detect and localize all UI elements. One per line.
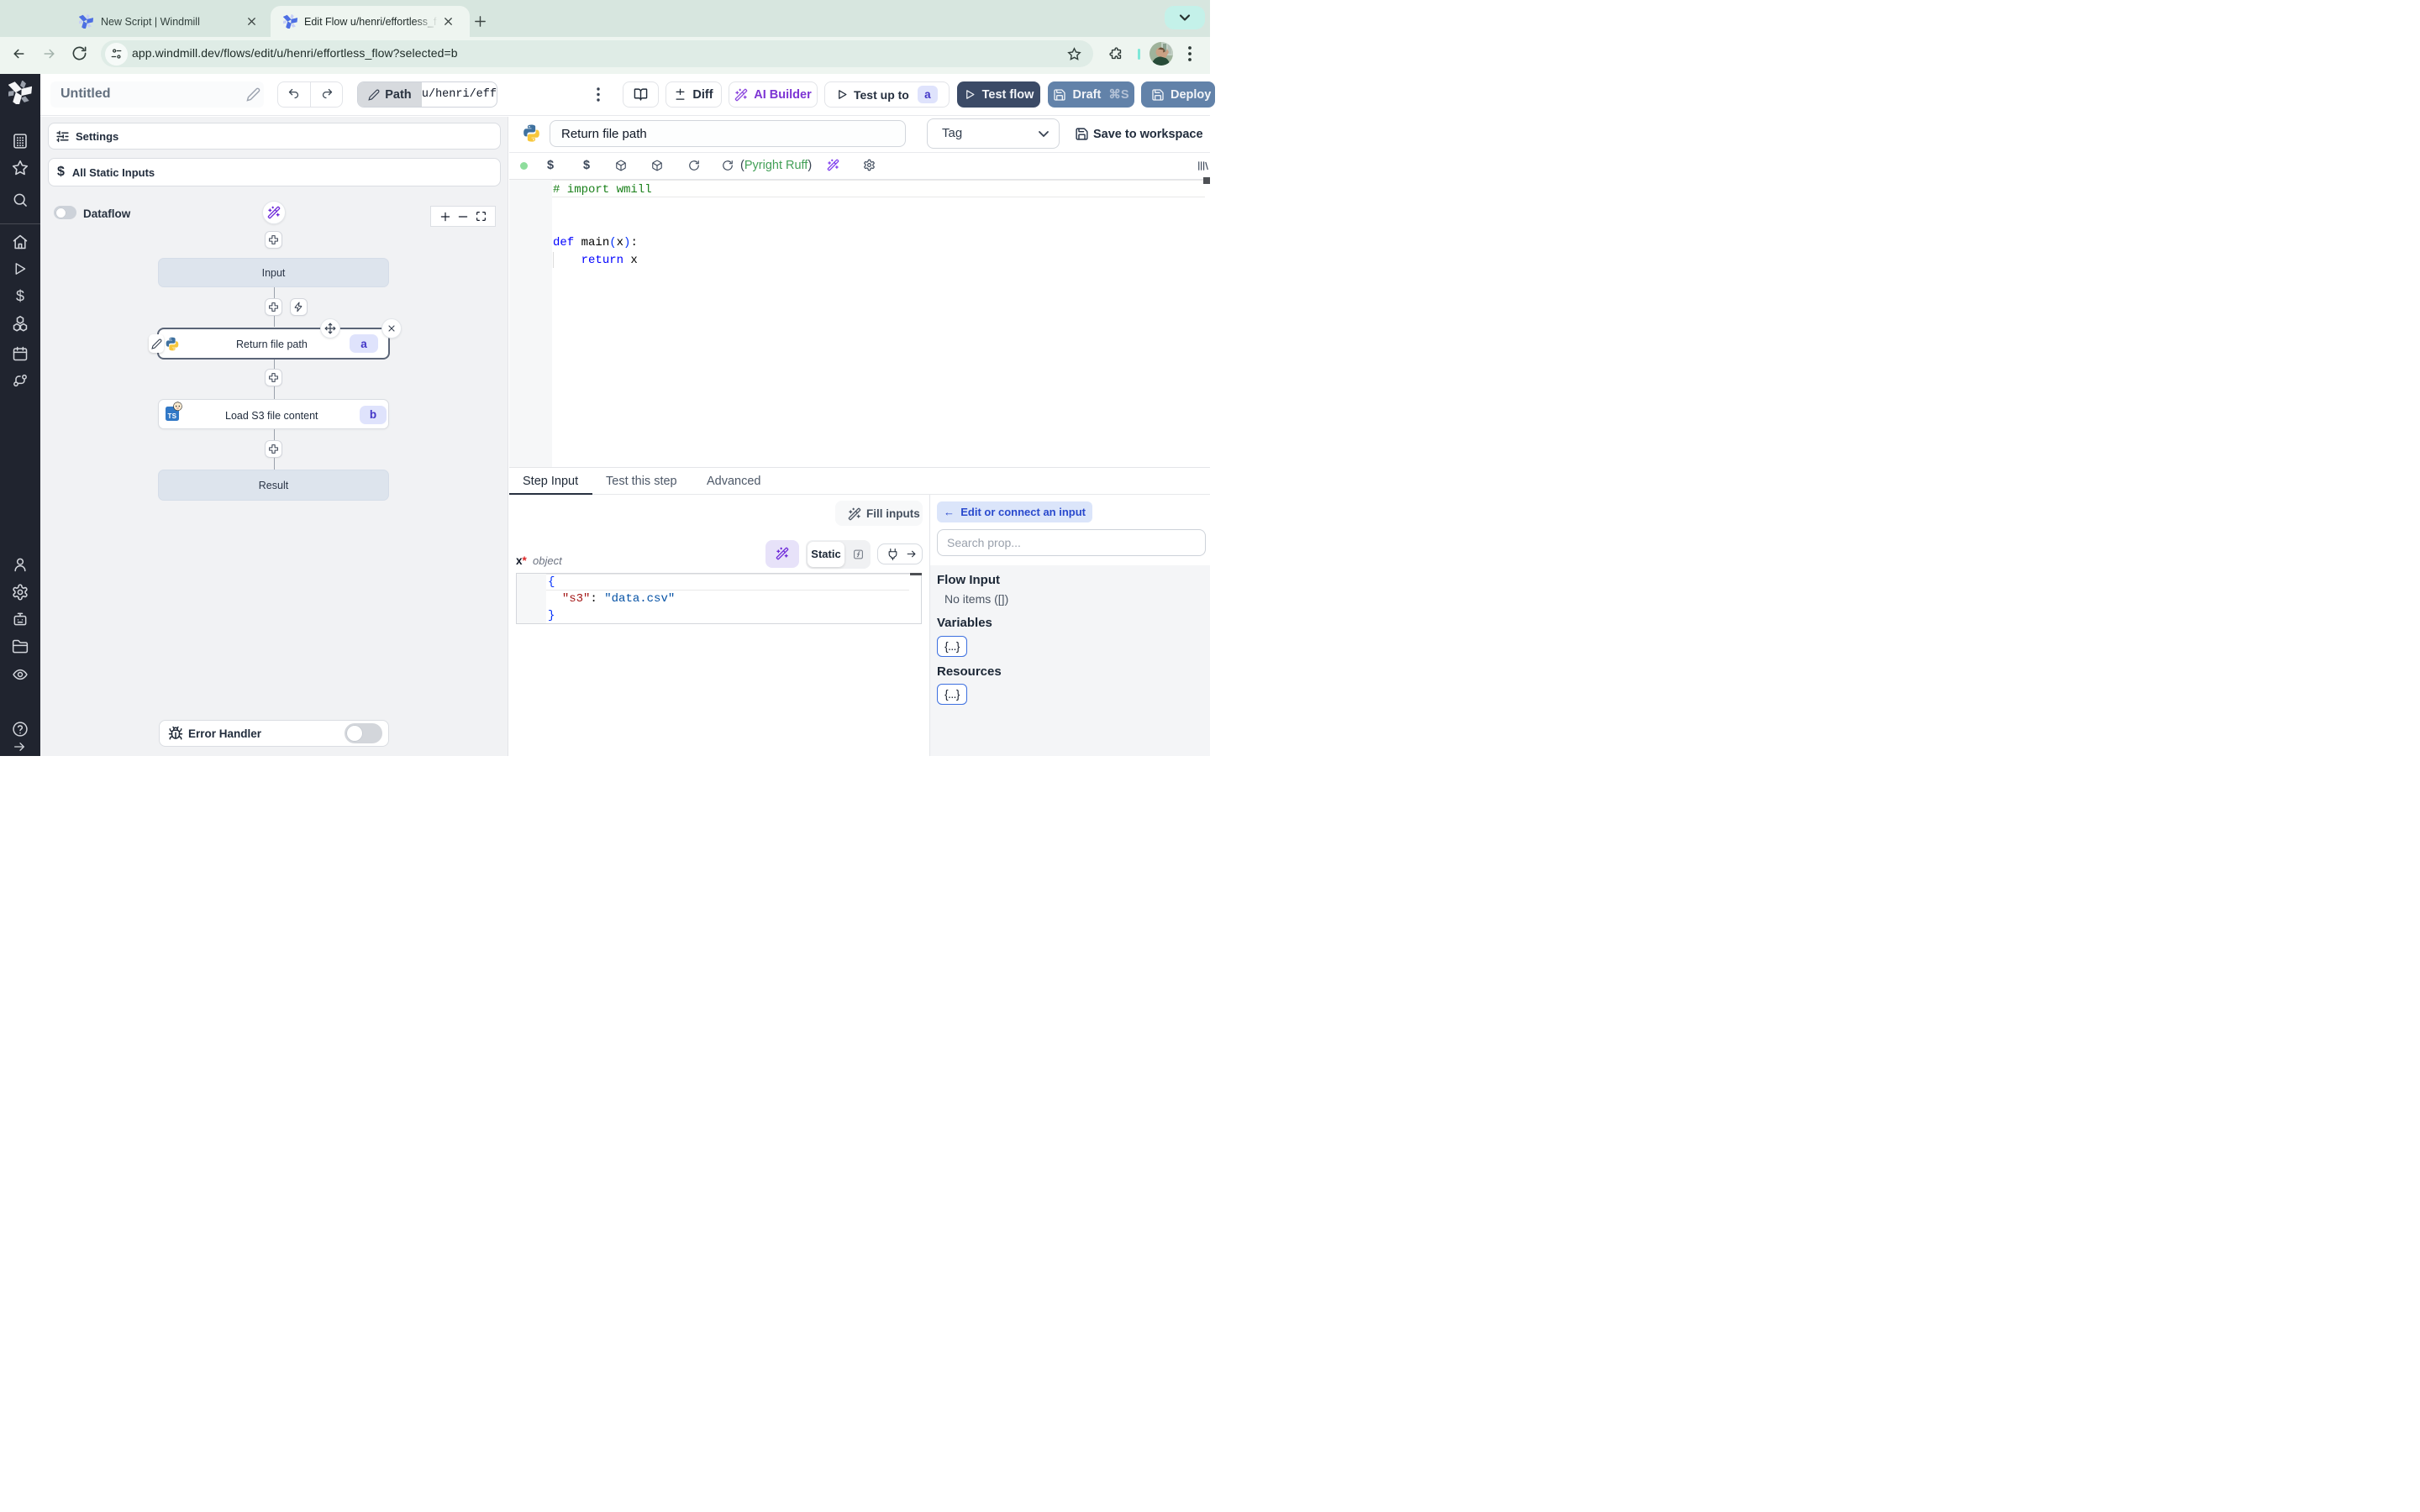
svg-text:$: $	[16, 288, 24, 305]
